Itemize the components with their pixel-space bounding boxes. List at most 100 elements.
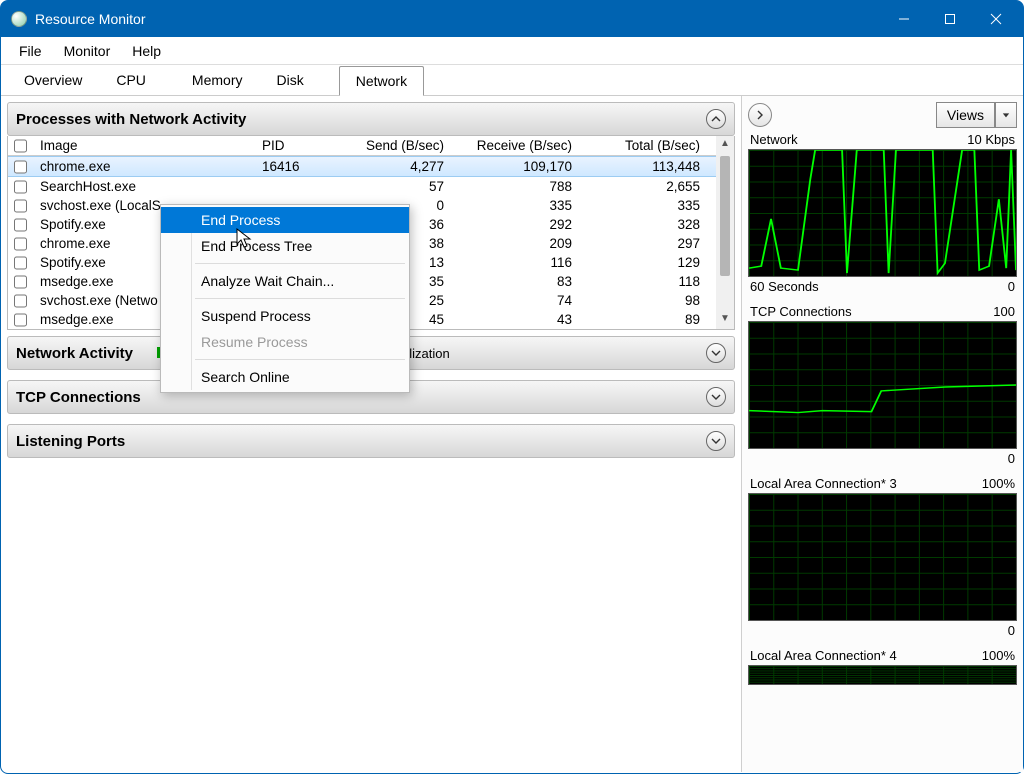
chart-footer-right: 0 — [1008, 279, 1015, 294]
col-send[interactable]: Send (B/sec) — [324, 136, 452, 155]
tab-cpu[interactable]: CPU — [99, 65, 163, 95]
row-checkbox[interactable] — [14, 294, 27, 308]
tab-disk[interactable]: Disk — [259, 65, 320, 95]
ctx-end-process[interactable]: End Process — [161, 207, 409, 233]
chevron-up-icon[interactable] — [706, 109, 726, 129]
cell-total: 335 — [580, 196, 708, 215]
chevron-down-icon[interactable] — [706, 431, 726, 451]
col-receive[interactable]: Receive (B/sec) — [452, 136, 580, 155]
row-checkbox[interactable] — [14, 180, 27, 194]
network-activity-label: Network Activity — [16, 345, 133, 362]
chart-scale: 100% — [982, 476, 1015, 491]
chart: Local Area Connection* 3 100% 0 — [748, 476, 1017, 638]
col-image[interactable]: Image — [32, 136, 254, 155]
row-checkbox[interactable] — [14, 218, 27, 232]
cell-receive: 74 — [452, 291, 580, 310]
cell-pid — [254, 185, 324, 189]
ctx-end-process-tree[interactable]: End Process Tree — [161, 233, 409, 259]
row-checkbox[interactable] — [14, 160, 27, 174]
table-row[interactable]: chrome.exe164164,277109,170113,448 — [8, 156, 716, 177]
header-checkbox[interactable] — [14, 139, 27, 153]
tab-network[interactable]: Network — [339, 66, 424, 96]
chart-area — [748, 493, 1017, 621]
row-checkbox[interactable] — [14, 313, 27, 327]
col-pid[interactable]: PID — [254, 136, 324, 155]
ctx-search-online[interactable]: Search Online — [161, 364, 409, 390]
context-menu: End Process End Process Tree Analyze Wai… — [160, 204, 410, 393]
views-dropdown-icon[interactable] — [995, 102, 1017, 128]
chart: TCP Connections 100 0 — [748, 304, 1017, 466]
tab-memory[interactable]: Memory — [163, 65, 260, 95]
titlebar: Resource Monitor — [1, 1, 1023, 37]
chart-scale: 100 — [993, 304, 1015, 319]
cell-pid: 16416 — [254, 157, 324, 176]
chart-footer-right: 0 — [1008, 623, 1015, 638]
cell-image: chrome.exe — [32, 157, 254, 176]
chart-scale: 10 Kbps — [967, 132, 1015, 147]
cell-receive: 83 — [452, 272, 580, 291]
row-checkbox[interactable] — [14, 275, 27, 289]
chart-footer-left: 60 Seconds — [750, 279, 819, 294]
chart-area — [748, 321, 1017, 449]
cell-total: 297 — [580, 234, 708, 253]
views-label: Views — [947, 107, 984, 123]
ctx-analyze-wait-chain[interactable]: Analyze Wait Chain... — [161, 268, 409, 294]
cell-total: 89 — [580, 310, 708, 329]
menu-file[interactable]: File — [9, 39, 52, 63]
ctx-suspend-process[interactable]: Suspend Process — [161, 303, 409, 329]
chart-title: Local Area Connection* 3 — [750, 476, 897, 491]
cell-total: 98 — [580, 291, 708, 310]
cell-send: 57 — [324, 177, 452, 196]
cell-total: 328 — [580, 215, 708, 234]
app-icon — [11, 11, 27, 27]
cell-total: 113,448 — [580, 157, 708, 176]
processes-header-label: Processes with Network Activity — [16, 111, 246, 128]
cell-receive: 116 — [452, 253, 580, 272]
chart-title: Local Area Connection* 4 — [750, 648, 897, 663]
chart: Network 10 Kbps 60 Seconds 0 — [748, 132, 1017, 294]
listening-ports-header[interactable]: Listening Ports — [7, 424, 735, 458]
cell-total: 2,655 — [580, 177, 708, 196]
chart-title: TCP Connections — [750, 304, 852, 319]
listening-ports-label: Listening Ports — [16, 433, 125, 450]
menubar: File Monitor Help — [1, 37, 1023, 65]
row-checkbox[interactable] — [14, 199, 27, 213]
table-row[interactable]: SearchHost.exe 577882,655 — [8, 177, 716, 196]
chart-area — [748, 149, 1017, 277]
cell-receive: 43 — [452, 310, 580, 329]
cell-image: SearchHost.exe — [32, 177, 254, 196]
collapse-right-icon[interactable] — [748, 103, 772, 127]
chart-footer-right: 0 — [1008, 451, 1015, 466]
scrollbar[interactable]: ▲ ▼ — [716, 136, 734, 329]
cell-send: 4,277 — [324, 157, 452, 176]
chevron-down-icon[interactable] — [706, 343, 726, 363]
chart-area — [748, 665, 1017, 685]
table-header-row: Image PID Send (B/sec) Receive (B/sec) T… — [8, 136, 716, 156]
minimize-button[interactable] — [881, 1, 927, 37]
ctx-resume-process: Resume Process — [161, 329, 409, 355]
chart-scale: 100% — [982, 648, 1015, 663]
chevron-down-icon[interactable] — [706, 387, 726, 407]
chart-title: Network — [750, 132, 798, 147]
close-button[interactable] — [973, 1, 1019, 37]
menu-help[interactable]: Help — [122, 39, 171, 63]
row-checkbox[interactable] — [14, 237, 27, 251]
cell-total: 129 — [580, 253, 708, 272]
row-checkbox[interactable] — [14, 256, 27, 270]
cell-receive: 335 — [452, 196, 580, 215]
maximize-button[interactable] — [927, 1, 973, 37]
right-pane: Views Network10 Kbps60 Seconds0TCP Conne… — [741, 96, 1023, 772]
col-total[interactable]: Total (B/sec) — [580, 136, 708, 155]
cell-receive: 292 — [452, 215, 580, 234]
cell-receive: 209 — [452, 234, 580, 253]
tab-overview[interactable]: Overview — [7, 65, 99, 95]
cell-receive: 788 — [452, 177, 580, 196]
cell-total: 118 — [580, 272, 708, 291]
chart: Local Area Connection* 4 100% — [748, 648, 1017, 685]
views-button[interactable]: Views — [936, 102, 995, 128]
cell-receive: 109,170 — [452, 157, 580, 176]
processes-header[interactable]: Processes with Network Activity — [7, 102, 735, 136]
window-title: Resource Monitor — [35, 11, 881, 27]
menu-monitor[interactable]: Monitor — [54, 39, 121, 63]
left-pane: Processes with Network Activity Image PI… — [1, 96, 741, 772]
